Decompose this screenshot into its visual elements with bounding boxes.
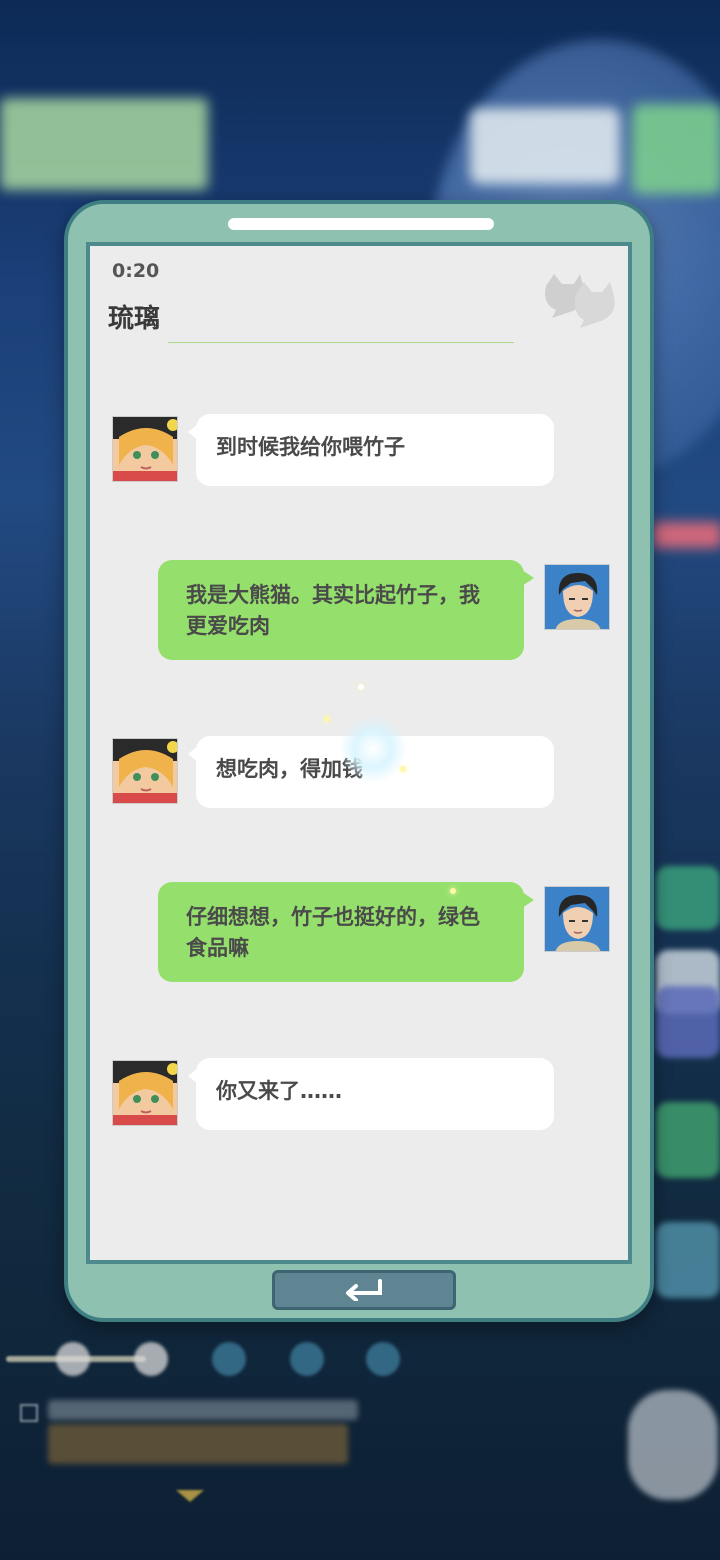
background-arrow xyxy=(176,1490,204,1502)
background-side-button xyxy=(656,1102,720,1178)
background-progress-node xyxy=(366,1342,400,1376)
chat-message-bubble: 到时候我给你喂竹子 xyxy=(188,414,554,486)
background-info-panel xyxy=(470,108,620,184)
background-progress-node xyxy=(290,1342,324,1376)
background-side-button xyxy=(656,866,720,930)
background-task-text xyxy=(48,1400,358,1420)
background-checkbox xyxy=(20,1404,38,1422)
background-banner-left xyxy=(0,98,208,190)
phone-chat-window: 0:20 琉璃 到时候我给你喂竹子 我是大熊猫。其实比起竹子，我更爱吃肉 想吃肉… xyxy=(64,200,654,1322)
background-progress-node xyxy=(134,1342,168,1376)
avatar-liuli xyxy=(112,416,178,482)
sparkle-dot xyxy=(324,716,330,722)
background-side-button xyxy=(656,1222,720,1298)
sparkle-effect xyxy=(340,716,406,782)
background-task-text xyxy=(48,1424,348,1464)
chat-message-bubble: 仔细想想，竹子也挺好的，绿色食品嘛 xyxy=(158,882,534,982)
chat-message-bubble: 你又来了…… xyxy=(188,1058,554,1130)
background-progress-node xyxy=(56,1342,90,1376)
game-scene: 0:20 琉璃 到时候我给你喂竹子 我是大熊猫。其实比起竹子，我更爱吃肉 想吃肉… xyxy=(0,0,720,1560)
background-map-button xyxy=(632,104,720,194)
return-button[interactable] xyxy=(272,1270,456,1310)
avatar-liuli xyxy=(112,1060,178,1126)
chat-contact-name: 琉璃 xyxy=(108,304,161,334)
phone-speaker xyxy=(228,218,494,230)
return-arrow-icon xyxy=(346,1279,382,1301)
header-divider xyxy=(168,342,514,343)
chat-message-bubble: 我是大熊猫。其实比起竹子，我更爱吃肉 xyxy=(158,560,534,660)
avatar-player xyxy=(544,886,610,952)
sparkle-dot xyxy=(358,684,364,690)
background-mascot xyxy=(628,1390,718,1500)
background-tag xyxy=(652,522,720,548)
avatar-player xyxy=(544,564,610,630)
cat-icon xyxy=(540,272,620,332)
sparkle-dot xyxy=(450,888,456,894)
background-progress-node xyxy=(212,1342,246,1376)
chat-time: 0:20 xyxy=(112,260,160,282)
avatar-liuli xyxy=(112,738,178,804)
chat-screen: 0:20 琉璃 到时候我给你喂竹子 我是大熊猫。其实比起竹子，我更爱吃肉 想吃肉… xyxy=(86,242,632,1264)
background-side-button xyxy=(656,986,720,1058)
sparkle-dot xyxy=(400,766,406,772)
